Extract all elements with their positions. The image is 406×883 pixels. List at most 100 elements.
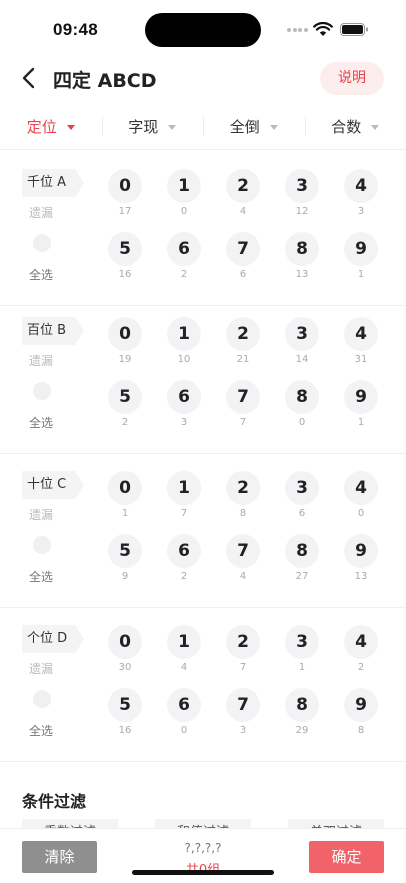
tab-label: 字现 bbox=[128, 118, 159, 136]
digit-ball[interactable]: 3 bbox=[285, 471, 319, 505]
digit-ball[interactable]: 6 bbox=[167, 232, 201, 266]
missing-count: 2 bbox=[180, 269, 188, 280]
digit-ball[interactable]: 3 bbox=[285, 625, 319, 659]
selection-summary: ?,?,?,? bbox=[184, 841, 222, 855]
digit-ball[interactable]: 4 bbox=[344, 471, 378, 505]
digit-ball[interactable]: 1 bbox=[167, 625, 201, 659]
select-all-label[interactable]: 全选 bbox=[29, 722, 53, 739]
missing-label: 遗漏 bbox=[29, 508, 54, 522]
tab-full-permutation[interactable]: 全倒 bbox=[203, 104, 305, 149]
header: 四定 ABCD 说明 bbox=[0, 56, 406, 102]
missing-count: 2 bbox=[357, 662, 365, 673]
digit-ball[interactable]: 3 bbox=[285, 317, 319, 351]
position-tag: 个位 D bbox=[22, 625, 84, 653]
missing-count: 2 bbox=[121, 417, 129, 428]
missing-count: 1 bbox=[357, 417, 365, 428]
digit-ball[interactable]: 2 bbox=[226, 317, 260, 351]
missing-count: 17 bbox=[118, 206, 132, 217]
digit-ball[interactable]: 1 bbox=[167, 169, 201, 203]
missing-count: 31 bbox=[354, 354, 368, 365]
status-time: 09:48 bbox=[53, 20, 98, 39]
caret-down-icon bbox=[371, 125, 380, 130]
missing-count: 3 bbox=[357, 206, 365, 217]
tab-appear[interactable]: 字现 bbox=[101, 104, 204, 149]
digit-ball[interactable]: 6 bbox=[167, 534, 201, 568]
missing-count: 2 bbox=[180, 571, 188, 582]
digit-ball[interactable]: 0 bbox=[108, 169, 142, 203]
tab-label: 合数 bbox=[331, 118, 362, 136]
digit-ball[interactable]: 9 bbox=[344, 534, 378, 568]
missing-count: 27 bbox=[295, 571, 309, 582]
digit-ball[interactable]: 0 bbox=[108, 471, 142, 505]
help-button[interactable]: 说明 bbox=[320, 62, 384, 95]
digit-ball[interactable]: 4 bbox=[344, 317, 378, 351]
digit-ball[interactable]: 9 bbox=[344, 688, 378, 722]
digit-ball[interactable]: 8 bbox=[285, 688, 319, 722]
digit-ball[interactable]: 9 bbox=[344, 232, 378, 266]
digit-ball[interactable]: 7 bbox=[226, 380, 260, 414]
digit-ball[interactable]: 5 bbox=[108, 232, 142, 266]
digit-ball[interactable]: 1 bbox=[167, 471, 201, 505]
tab-label: 定位 bbox=[26, 118, 57, 136]
missing-count: 19 bbox=[118, 354, 132, 365]
digit-ball[interactable]: 2 bbox=[226, 169, 260, 203]
digit-ball[interactable]: 3 bbox=[285, 169, 319, 203]
digit-ball[interactable]: 4 bbox=[344, 625, 378, 659]
clear-button[interactable]: 清除 bbox=[22, 841, 97, 873]
page-title: 四定 ABCD bbox=[53, 70, 157, 92]
digit-ball[interactable]: 2 bbox=[226, 625, 260, 659]
select-all-toggle[interactable] bbox=[33, 234, 51, 252]
missing-count: 16 bbox=[118, 269, 132, 280]
caret-down-icon bbox=[269, 125, 278, 130]
missing-count: 1 bbox=[298, 662, 306, 673]
digit-section: 千位 A 遗漏 全选 0 17 1 0 2 4 3 12 4 3 5 16 6 2 7 6 8 13 9 1 bbox=[0, 152, 406, 306]
digit-ball[interactable]: 0 bbox=[108, 625, 142, 659]
missing-count: 4 bbox=[239, 571, 247, 582]
digit-ball[interactable]: 7 bbox=[226, 688, 260, 722]
digit-section: 个位 D 遗漏 全选 0 30 1 4 2 7 3 1 4 2 5 16 6 0 7 3 8 29 9 8 bbox=[0, 608, 406, 762]
caret-down-icon bbox=[168, 125, 177, 130]
tab-label: 全倒 bbox=[229, 118, 260, 136]
tab-position[interactable]: 定位 bbox=[0, 104, 102, 149]
back-chevron-icon[interactable] bbox=[20, 67, 38, 89]
select-all-label[interactable]: 全选 bbox=[29, 568, 53, 585]
missing-count: 3 bbox=[180, 417, 188, 428]
position-tag: 千位 A bbox=[22, 169, 84, 197]
digit-ball[interactable]: 4 bbox=[344, 169, 378, 203]
dynamic-island bbox=[145, 13, 261, 47]
digit-ball[interactable]: 6 bbox=[167, 380, 201, 414]
missing-label: 遗漏 bbox=[29, 206, 54, 220]
digit-ball[interactable]: 8 bbox=[285, 534, 319, 568]
missing-count: 13 bbox=[354, 571, 368, 582]
select-all-toggle[interactable] bbox=[33, 382, 51, 400]
digit-ball[interactable]: 0 bbox=[108, 317, 142, 351]
digit-ball[interactable]: 7 bbox=[226, 232, 260, 266]
missing-count: 16 bbox=[118, 725, 132, 736]
digit-ball[interactable]: 8 bbox=[285, 380, 319, 414]
missing-count: 7 bbox=[180, 508, 188, 519]
digit-section: 百位 B 遗漏 全选 0 19 1 10 2 21 3 14 4 31 5 2 6 3 7 7 8 0 9 1 bbox=[0, 300, 406, 454]
select-all-label[interactable]: 全选 bbox=[29, 266, 53, 283]
confirm-button[interactable]: 确定 bbox=[309, 841, 384, 873]
digit-ball[interactable]: 5 bbox=[108, 688, 142, 722]
filter-title: 条件过滤 bbox=[22, 792, 87, 811]
missing-count: 7 bbox=[239, 417, 247, 428]
status-bar: 09:48 bbox=[0, 0, 406, 56]
missing-count: 29 bbox=[295, 725, 309, 736]
select-all-toggle[interactable] bbox=[33, 536, 51, 554]
digit-ball[interactable]: 5 bbox=[108, 380, 142, 414]
select-all-label[interactable]: 全选 bbox=[29, 414, 53, 431]
digit-ball[interactable]: 1 bbox=[167, 317, 201, 351]
digit-ball[interactable]: 5 bbox=[108, 534, 142, 568]
digit-ball[interactable]: 8 bbox=[285, 232, 319, 266]
tab-sum-number[interactable]: 合数 bbox=[304, 104, 406, 149]
home-indicator bbox=[132, 870, 274, 875]
missing-count: 13 bbox=[295, 269, 309, 280]
digit-ball[interactable]: 7 bbox=[226, 534, 260, 568]
missing-count: 1 bbox=[121, 508, 129, 519]
digit-ball[interactable]: 6 bbox=[167, 688, 201, 722]
missing-count: 1 bbox=[357, 269, 365, 280]
digit-ball[interactable]: 9 bbox=[344, 380, 378, 414]
select-all-toggle[interactable] bbox=[33, 690, 51, 708]
digit-ball[interactable]: 2 bbox=[226, 471, 260, 505]
